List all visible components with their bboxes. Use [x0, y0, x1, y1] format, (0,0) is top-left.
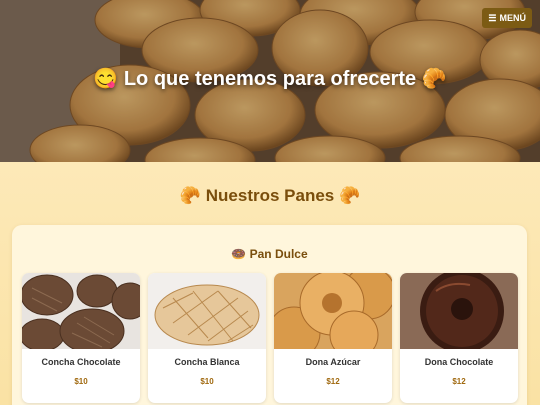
- menu-button[interactable]: ☰ MENÚ: [482, 8, 532, 28]
- dona-azucar-image: [274, 273, 392, 349]
- product-list: Concha Chocolate $10 Concha Blanca $10 D…: [22, 273, 518, 403]
- hamburger-menu-icon: ☰: [488, 12, 497, 23]
- product-card[interactable]: Dona Azúcar $12: [274, 273, 392, 403]
- category-title: 🍩 Pan Dulce: [231, 247, 308, 261]
- menu-button-label: MENÚ: [499, 13, 527, 23]
- product-price: $10: [200, 377, 214, 386]
- breads-section: 🥐 Nuestros Panes 🥐 🍩 Pan Dulce Concha Ch…: [0, 162, 540, 405]
- product-name: Dona Azúcar: [305, 357, 361, 367]
- product-card[interactable]: Concha Chocolate $10: [22, 273, 140, 403]
- dona-chocolate-image: [400, 273, 518, 349]
- product-name: Concha Chocolate: [41, 357, 121, 367]
- concha-blanca-image: [148, 273, 266, 349]
- product-price: $12: [326, 377, 340, 386]
- product-card[interactable]: Concha Blanca $10: [148, 273, 266, 403]
- product-price: $12: [452, 377, 466, 386]
- product-name: Concha Blanca: [174, 357, 240, 367]
- category-panel: 🍩 Pan Dulce Concha Chocolate $10 Concha …: [12, 225, 527, 405]
- hero-banner: 😋 Lo que tenemos para ofrecerte 🥐 ☰ MENÚ: [0, 0, 540, 162]
- product-name: Dona Chocolate: [424, 357, 494, 367]
- product-card[interactable]: Dona Chocolate $12: [400, 273, 518, 403]
- hero-title: 😋 Lo que tenemos para ofrecerte 🥐: [93, 68, 447, 90]
- concha-chocolate-image: [22, 273, 140, 349]
- product-price: $10: [74, 377, 88, 386]
- section-title: 🥐 Nuestros Panes 🥐: [179, 186, 361, 205]
